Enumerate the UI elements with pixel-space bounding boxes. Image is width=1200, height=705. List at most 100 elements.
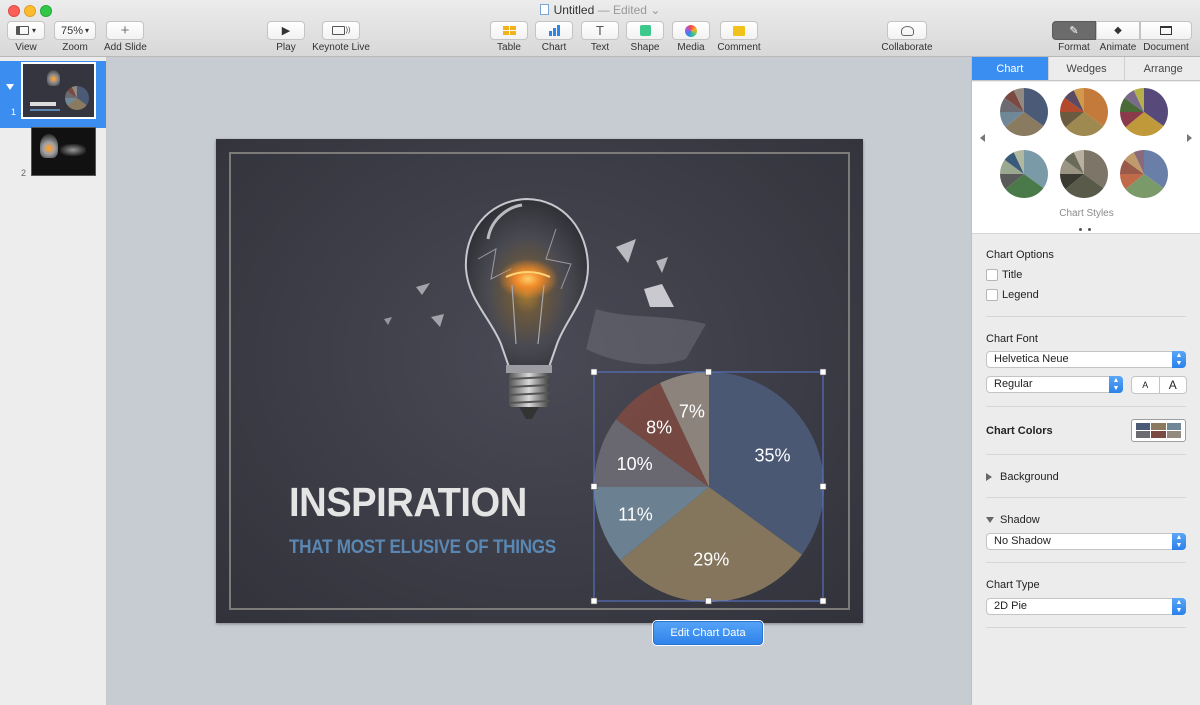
tab-chart[interactable]: Chart: [972, 57, 1048, 80]
title-checkbox[interactable]: [986, 269, 998, 281]
legend-checkbox[interactable]: [986, 289, 998, 301]
animate-label: Animate: [1099, 42, 1137, 53]
chart-style-option[interactable]: [1000, 150, 1048, 198]
pie-data-label: 7%: [679, 402, 705, 422]
disclosure-triangle-icon: [986, 517, 994, 523]
chevron-down-icon: ▾: [31, 26, 36, 35]
add-slide-tool[interactable]: + Add Slide: [104, 21, 147, 53]
document-icon: [1160, 26, 1172, 35]
slide-canvas[interactable]: INSPIRATION THAT MOST ELUSIVE OF THINGS …: [107, 57, 971, 705]
chart-colors-picker[interactable]: [1131, 419, 1186, 442]
comment-icon: [733, 25, 745, 36]
format-tool[interactable]: ✎ Format: [1052, 21, 1096, 53]
background-section[interactable]: Background: [986, 471, 1059, 483]
legend-checkbox-label: Legend: [1002, 289, 1039, 301]
text-button[interactable]: T: [581, 21, 619, 40]
format-inspector: Chart Wedges Arrange Chart Styles Chart …: [971, 57, 1200, 705]
keynote-live-label: Keynote Live: [312, 42, 370, 53]
pie-data-label: 10%: [617, 454, 653, 474]
document-button[interactable]: [1140, 21, 1192, 40]
play-tool[interactable]: ▶ Play: [267, 21, 305, 53]
collaborate-tool[interactable]: Collaborate: [880, 21, 934, 53]
disclosure-triangle-icon[interactable]: [6, 84, 14, 90]
divider: [986, 454, 1186, 455]
view-tool[interactable]: ▾ View: [6, 21, 46, 53]
resize-handle[interactable]: [705, 368, 712, 376]
color-chip: [1166, 431, 1181, 438]
shadow-section[interactable]: Shadow: [986, 514, 1040, 526]
chart-type-popup[interactable]: 2D Pie ▲ ▼: [986, 598, 1186, 615]
shadow-popup[interactable]: No Shadow ▲ ▼: [986, 533, 1186, 550]
shards-thumb-image: [60, 144, 86, 156]
page-dot[interactable]: [1079, 228, 1082, 231]
add-slide-button[interactable]: +: [106, 21, 144, 40]
tab-wedges[interactable]: Wedges: [1047, 57, 1125, 80]
shape-button[interactable]: [626, 21, 664, 40]
font-family-popup[interactable]: Helvetica Neue ▲ ▼: [986, 351, 1186, 368]
document-tool[interactable]: Document: [1140, 21, 1192, 53]
animate-button[interactable]: ◆: [1096, 21, 1140, 40]
background-heading: Background: [1000, 471, 1059, 483]
collaborate-button[interactable]: [887, 21, 927, 40]
media-tool[interactable]: Media: [672, 21, 710, 53]
shadow-value: No Shadow: [994, 535, 1051, 547]
chart-styles-grid[interactable]: [972, 82, 1200, 206]
media-icon: [685, 24, 697, 37]
pie-chart[interactable]: 35% 29% 11% 10% 8% 7%: [216, 139, 863, 623]
slide[interactable]: INSPIRATION THAT MOST ELUSIVE OF THINGS …: [216, 139, 863, 623]
text-label: Text: [590, 42, 610, 53]
chart-icon: [548, 25, 560, 36]
resize-handle[interactable]: [819, 597, 827, 605]
decrease-font-size-button[interactable]: A: [1132, 377, 1160, 393]
shape-tool[interactable]: Shape: [626, 21, 664, 53]
page-dot[interactable]: [1088, 228, 1091, 231]
font-style-popup[interactable]: Regular ▲ ▼: [986, 376, 1123, 393]
view-button[interactable]: ▾: [7, 21, 45, 40]
media-button[interactable]: [672, 21, 710, 40]
slide-thumbnail-2[interactable]: [31, 127, 96, 176]
resize-handle[interactable]: [590, 368, 598, 376]
keynote-live-tool[interactable]: )) Keynote Live: [312, 21, 370, 53]
resize-handle[interactable]: [819, 483, 827, 490]
play-button[interactable]: ▶: [267, 21, 305, 40]
chevron-down-icon[interactable]: ⌄: [650, 3, 660, 17]
chart-style-option[interactable]: [1120, 150, 1168, 199]
window-title-text: Untitled: [553, 3, 595, 17]
bulb-thumb-image: [40, 134, 58, 158]
chart-button[interactable]: [535, 21, 573, 40]
legend-option[interactable]: Legend: [986, 289, 1039, 301]
shadow-heading: Shadow: [1000, 514, 1040, 526]
increase-font-size-button[interactable]: A: [1160, 377, 1187, 393]
chart-styles-label: Chart Styles: [1059, 208, 1114, 219]
title-option[interactable]: Title: [986, 269, 1022, 281]
chart-styles-panel: Chart Styles: [972, 82, 1200, 234]
chart-style-option[interactable]: [1060, 150, 1108, 199]
zoom-button[interactable]: 75% ▾: [54, 21, 96, 40]
pie-data-label: 11%: [618, 504, 653, 524]
table-tool[interactable]: Table: [490, 21, 528, 53]
comment-label: Comment: [717, 42, 761, 53]
text-tool[interactable]: T Text: [581, 21, 619, 53]
resize-handle[interactable]: [705, 597, 712, 605]
resize-handle[interactable]: [590, 483, 598, 490]
comment-button[interactable]: [720, 21, 758, 40]
keynote-live-button[interactable]: )): [322, 21, 360, 40]
resize-handle[interactable]: [590, 597, 598, 605]
page-dots[interactable]: [1079, 222, 1099, 231]
tab-arrange[interactable]: Arrange: [1124, 57, 1200, 80]
chart-font-heading: Chart Font: [986, 333, 1038, 345]
slide-thumbnail-1[interactable]: [21, 62, 96, 119]
shape-label: Shape: [630, 42, 660, 53]
chart-style-option[interactable]: [1000, 88, 1048, 136]
edit-chart-data-button[interactable]: Edit Chart Data: [653, 621, 763, 645]
table-button[interactable]: [490, 21, 528, 40]
chart-style-option[interactable]: [1060, 88, 1108, 137]
window-title: Untitled — Edited ⌄: [0, 3, 1200, 17]
chart-tool[interactable]: Chart: [535, 21, 573, 53]
comment-tool[interactable]: Comment: [716, 21, 762, 53]
zoom-tool[interactable]: 75% ▾ Zoom: [53, 21, 97, 53]
format-button[interactable]: ✎: [1052, 21, 1096, 40]
animate-tool[interactable]: ◆ Animate: [1096, 21, 1140, 53]
chart-style-option[interactable]: [1120, 88, 1168, 137]
resize-handle[interactable]: [819, 368, 827, 376]
